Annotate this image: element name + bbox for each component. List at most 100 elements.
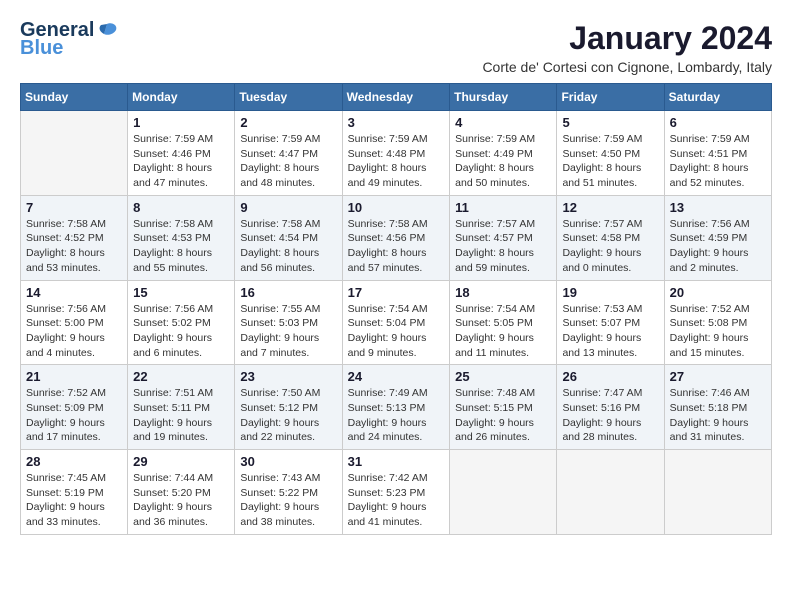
calendar-day-cell: 19Sunrise: 7:53 AM Sunset: 5:07 PM Dayli… — [557, 280, 664, 365]
calendar-day-cell: 6 Sunrise: 7:59 AM Sunset: 4:51 PM Daylig… — [664, 111, 771, 196]
day-number: 5 — [562, 115, 658, 130]
day-info: Sunrise: 7:58 AM Sunset: 4:56 PM Dayligh… — [348, 217, 445, 276]
day-number: 29 — [133, 454, 229, 469]
day-info: Sunrise: 7:44 AM Sunset: 5:20 PM Dayligh… — [133, 471, 229, 530]
calendar-day-cell: 3 Sunrise: 7:59 AM Sunset: 4:48 PM Daylig… — [342, 111, 450, 196]
day-number: 25 — [455, 369, 551, 384]
calendar-week-row: 7Sunrise: 7:58 AM Sunset: 4:52 PM Daylig… — [21, 195, 772, 280]
day-info: Sunrise: 7:59 AM Sunset: 4:48 PM Dayligh… — [348, 132, 445, 191]
calendar-day-cell — [21, 111, 128, 196]
day-number: 20 — [670, 285, 766, 300]
calendar-day-cell: 12 Sunrise: 7:57 AM Sunset: 4:58 PM Dayli… — [557, 195, 664, 280]
day-info: Sunrise: 7:54 AM Sunset: 5:05 PM Dayligh… — [455, 302, 551, 361]
calendar-day-cell: 28 Sunrise: 7:45 AM Sunset: 5:19 PM Dayli… — [21, 450, 128, 535]
day-number: 9 — [240, 200, 336, 215]
day-number: 3 — [348, 115, 445, 130]
calendar-table: Sunday Monday Tuesday Wednesday Thursday… — [20, 83, 772, 535]
calendar-day-cell: 8Sunrise: 7:58 AM Sunset: 4:53 PM Daylig… — [128, 195, 235, 280]
day-info: Sunrise: 7:56 AM Sunset: 5:02 PM Dayligh… — [133, 302, 229, 361]
calendar-day-cell: 25 Sunrise: 7:48 AM Sunset: 5:15 PM Dayli… — [450, 365, 557, 450]
calendar-day-cell: 1 Sunrise: 7:59 AM Sunset: 4:46 PM Daylig… — [128, 111, 235, 196]
calendar-day-cell: 18Sunrise: 7:54 AM Sunset: 5:05 PM Dayli… — [450, 280, 557, 365]
day-info: Sunrise: 7:59 AM Sunset: 4:46 PM Dayligh… — [133, 132, 229, 191]
day-info: Sunrise: 7:47 AM Sunset: 5:16 PM Dayligh… — [562, 386, 658, 445]
day-info: Sunrise: 7:42 AM Sunset: 5:23 PM Dayligh… — [348, 471, 445, 530]
calendar-week-row: 21 Sunrise: 7:52 AM Sunset: 5:09 PM Dayli… — [21, 365, 772, 450]
day-info: Sunrise: 7:55 AM Sunset: 5:03 PM Dayligh… — [240, 302, 336, 361]
calendar-day-cell: 16Sunrise: 7:55 AM Sunset: 5:03 PM Dayli… — [235, 280, 342, 365]
col-wednesday: Wednesday — [342, 84, 450, 111]
calendar-week-row: 1 Sunrise: 7:59 AM Sunset: 4:46 PM Daylig… — [21, 111, 772, 196]
calendar-day-cell: 22Sunrise: 7:51 AM Sunset: 5:11 PM Dayli… — [128, 365, 235, 450]
day-number: 11 — [455, 200, 551, 215]
calendar-day-cell: 13 Sunrise: 7:56 AM Sunset: 4:59 PM Dayli… — [664, 195, 771, 280]
calendar-day-cell: 17Sunrise: 7:54 AM Sunset: 5:04 PM Dayli… — [342, 280, 450, 365]
calendar-day-cell: 5Sunrise: 7:59 AM Sunset: 4:50 PM Daylig… — [557, 111, 664, 196]
day-info: Sunrise: 7:49 AM Sunset: 5:13 PM Dayligh… — [348, 386, 445, 445]
logo: General Blue — [20, 20, 118, 58]
calendar-day-cell: 26 Sunrise: 7:47 AM Sunset: 5:16 PM Dayli… — [557, 365, 664, 450]
col-sunday: Sunday — [21, 84, 128, 111]
day-info: Sunrise: 7:43 AM Sunset: 5:22 PM Dayligh… — [240, 471, 336, 530]
calendar-day-cell: 9 Sunrise: 7:58 AM Sunset: 4:54 PM Daylig… — [235, 195, 342, 280]
calendar-day-cell: 4 Sunrise: 7:59 AM Sunset: 4:49 PM Daylig… — [450, 111, 557, 196]
day-number: 21 — [26, 369, 122, 384]
day-info: Sunrise: 7:56 AM Sunset: 4:59 PM Dayligh… — [670, 217, 766, 276]
day-info: Sunrise: 7:58 AM Sunset: 4:53 PM Dayligh… — [133, 217, 229, 276]
day-number: 24 — [348, 369, 445, 384]
calendar-week-row: 28 Sunrise: 7:45 AM Sunset: 5:19 PM Dayli… — [21, 450, 772, 535]
calendar-day-cell: 15 Sunrise: 7:56 AM Sunset: 5:02 PM Dayli… — [128, 280, 235, 365]
day-number: 6 — [670, 115, 766, 130]
col-thursday: Thursday — [450, 84, 557, 111]
day-info: Sunrise: 7:57 AM Sunset: 4:57 PM Dayligh… — [455, 217, 551, 276]
day-info: Sunrise: 7:46 AM Sunset: 5:18 PM Dayligh… — [670, 386, 766, 445]
calendar-day-cell: 27 Sunrise: 7:46 AM Sunset: 5:18 PM Dayli… — [664, 365, 771, 450]
day-info: Sunrise: 7:56 AM Sunset: 5:00 PM Dayligh… — [26, 302, 122, 361]
day-number: 15 — [133, 285, 229, 300]
day-number: 13 — [670, 200, 766, 215]
month-title: January 2024 — [482, 20, 772, 57]
col-tuesday: Tuesday — [235, 84, 342, 111]
day-number: 2 — [240, 115, 336, 130]
page-header: General Blue January 2024 Corte de' Cort… — [20, 20, 772, 75]
calendar-week-row: 14Sunrise: 7:56 AM Sunset: 5:00 PM Dayli… — [21, 280, 772, 365]
day-number: 28 — [26, 454, 122, 469]
calendar-day-cell: 24 Sunrise: 7:49 AM Sunset: 5:13 PM Dayli… — [342, 365, 450, 450]
day-number: 27 — [670, 369, 766, 384]
calendar-header-row: Sunday Monday Tuesday Wednesday Thursday… — [21, 84, 772, 111]
logo-blue: Blue — [20, 38, 118, 58]
day-number: 12 — [562, 200, 658, 215]
day-number: 7 — [26, 200, 122, 215]
calendar-day-cell: 14Sunrise: 7:56 AM Sunset: 5:00 PM Dayli… — [21, 280, 128, 365]
day-number: 10 — [348, 200, 445, 215]
day-info: Sunrise: 7:48 AM Sunset: 5:15 PM Dayligh… — [455, 386, 551, 445]
calendar-day-cell: 2 Sunrise: 7:59 AM Sunset: 4:47 PM Daylig… — [235, 111, 342, 196]
day-number: 1 — [133, 115, 229, 130]
day-info: Sunrise: 7:58 AM Sunset: 4:54 PM Dayligh… — [240, 217, 336, 276]
calendar-day-cell — [450, 450, 557, 535]
calendar-day-cell: 20 Sunrise: 7:52 AM Sunset: 5:08 PM Dayli… — [664, 280, 771, 365]
day-number: 31 — [348, 454, 445, 469]
day-number: 22 — [133, 369, 229, 384]
calendar-day-cell: 21 Sunrise: 7:52 AM Sunset: 5:09 PM Dayli… — [21, 365, 128, 450]
day-info: Sunrise: 7:57 AM Sunset: 4:58 PM Dayligh… — [562, 217, 658, 276]
col-friday: Friday — [557, 84, 664, 111]
day-info: Sunrise: 7:45 AM Sunset: 5:19 PM Dayligh… — [26, 471, 122, 530]
day-info: Sunrise: 7:59 AM Sunset: 4:47 PM Dayligh… — [240, 132, 336, 191]
calendar-day-cell: 11 Sunrise: 7:57 AM Sunset: 4:57 PM Dayli… — [450, 195, 557, 280]
day-info: Sunrise: 7:59 AM Sunset: 4:51 PM Dayligh… — [670, 132, 766, 191]
calendar-day-cell: 31 Sunrise: 7:42 AM Sunset: 5:23 PM Dayli… — [342, 450, 450, 535]
day-info: Sunrise: 7:50 AM Sunset: 5:12 PM Dayligh… — [240, 386, 336, 445]
calendar-day-cell: 29 Sunrise: 7:44 AM Sunset: 5:20 PM Dayli… — [128, 450, 235, 535]
day-info: Sunrise: 7:52 AM Sunset: 5:08 PM Dayligh… — [670, 302, 766, 361]
title-block: January 2024 Corte de' Cortesi con Cigno… — [482, 20, 772, 75]
col-monday: Monday — [128, 84, 235, 111]
day-info: Sunrise: 7:59 AM Sunset: 4:49 PM Dayligh… — [455, 132, 551, 191]
day-number: 26 — [562, 369, 658, 384]
day-info: Sunrise: 7:52 AM Sunset: 5:09 PM Dayligh… — [26, 386, 122, 445]
calendar-day-cell: 10 Sunrise: 7:58 AM Sunset: 4:56 PM Dayli… — [342, 195, 450, 280]
day-number: 4 — [455, 115, 551, 130]
day-number: 19 — [562, 285, 658, 300]
calendar-day-cell — [557, 450, 664, 535]
day-info: Sunrise: 7:54 AM Sunset: 5:04 PM Dayligh… — [348, 302, 445, 361]
